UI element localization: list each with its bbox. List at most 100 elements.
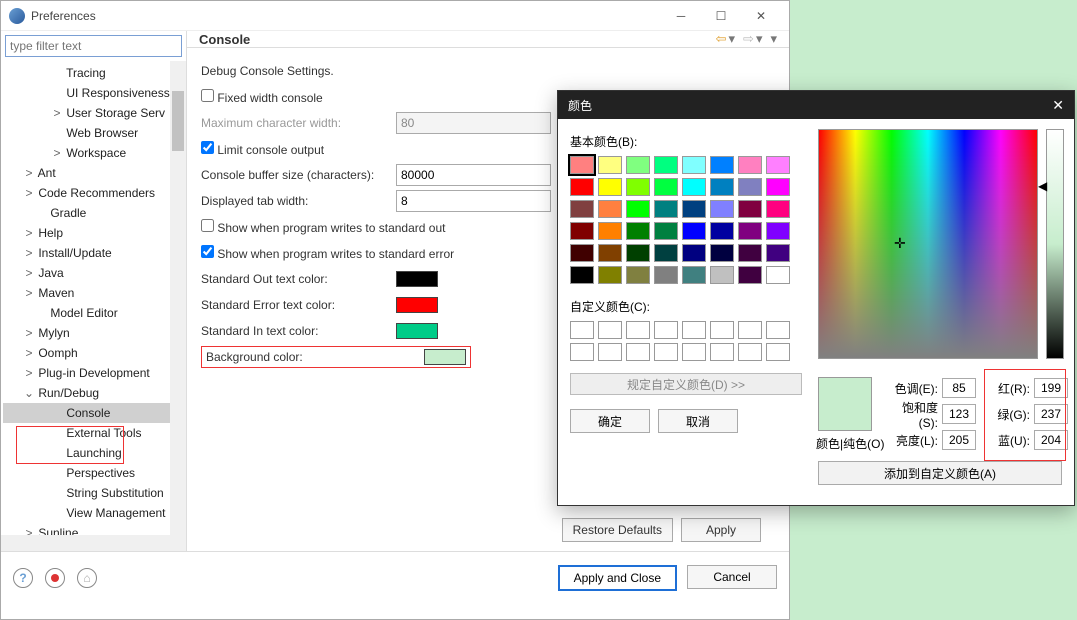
tree-item[interactable]: Console (3, 403, 186, 423)
color-gradient[interactable]: ✛ (818, 129, 1038, 359)
tree-item[interactable]: > Install/Update (3, 243, 186, 263)
palette-color[interactable] (626, 156, 650, 174)
apply-button[interactable]: Apply (681, 518, 761, 542)
palette-color[interactable] (626, 200, 650, 218)
fixed-width-checkbox[interactable]: Fixed width console (201, 89, 323, 105)
record-icon[interactable] (45, 568, 65, 588)
tree-item[interactable]: > Java (3, 263, 186, 283)
tree-item[interactable]: > Maven (3, 283, 186, 303)
color-cancel-button[interactable]: 取消 (658, 409, 738, 433)
tree-item[interactable]: String Substitution (3, 483, 186, 503)
palette-color[interactable] (654, 222, 678, 240)
hue-input[interactable] (942, 378, 976, 398)
palette-color[interactable] (738, 266, 762, 284)
palette-color[interactable] (710, 222, 734, 240)
palette-color[interactable] (766, 178, 790, 196)
show-stderr-checkbox[interactable]: Show when program writes to standard err… (201, 245, 454, 261)
tree-hscroll[interactable] (1, 535, 186, 551)
bg-color-button[interactable] (424, 349, 466, 365)
palette-color[interactable] (682, 222, 706, 240)
limit-output-checkbox[interactable]: Limit console output (201, 141, 324, 157)
custom-palette-slot[interactable] (654, 343, 678, 361)
basic-palette[interactable] (570, 156, 802, 284)
palette-color[interactable] (710, 266, 734, 284)
close-button[interactable]: ✕ (741, 2, 781, 30)
palette-color[interactable] (766, 266, 790, 284)
custom-palette-slot[interactable] (738, 343, 762, 361)
nav-arrows[interactable]: ⇦▾ ⇨▾ ▾ (716, 31, 777, 47)
tree-item[interactable]: Tracing (3, 63, 186, 83)
green-input[interactable] (1034, 404, 1068, 424)
palette-color[interactable] (654, 244, 678, 262)
stdin-color-button[interactable] (396, 323, 438, 339)
palette-color[interactable] (682, 200, 706, 218)
tree-item[interactable]: > User Storage Serv (3, 103, 186, 123)
tree-scrollbar[interactable] (170, 61, 186, 535)
tree-item[interactable]: View Management (3, 503, 186, 523)
palette-color[interactable] (570, 178, 594, 196)
custom-palette-slot[interactable] (766, 321, 790, 339)
palette-color[interactable] (738, 244, 762, 262)
custom-palette-slot[interactable] (738, 321, 762, 339)
buffer-input[interactable] (396, 164, 551, 186)
luminance-bar[interactable] (1046, 129, 1064, 359)
tree-item[interactable]: > Ant (3, 163, 186, 183)
palette-color[interactable] (626, 266, 650, 284)
tree-item[interactable]: External Tools (3, 423, 186, 443)
palette-color[interactable] (598, 244, 622, 262)
palette-color[interactable] (570, 244, 594, 262)
palette-color[interactable] (710, 178, 734, 196)
custom-palette-slot[interactable] (682, 343, 706, 361)
maximize-button[interactable]: ☐ (701, 2, 741, 30)
tree-item[interactable]: > Workspace (3, 143, 186, 163)
palette-color[interactable] (710, 200, 734, 218)
palette-color[interactable] (654, 156, 678, 174)
palette-color[interactable] (682, 244, 706, 262)
tree-item[interactable]: Web Browser (3, 123, 186, 143)
palette-color[interactable] (654, 200, 678, 218)
palette-color[interactable] (626, 178, 650, 196)
tree-item[interactable]: > Oomph (3, 343, 186, 363)
stdout-color-button[interactable] (396, 271, 438, 287)
palette-color[interactable] (570, 156, 594, 174)
custom-palette-slot[interactable] (626, 321, 650, 339)
blue-input[interactable] (1034, 430, 1068, 450)
palette-color[interactable] (738, 156, 762, 174)
tree-item[interactable]: Gradle (3, 203, 186, 223)
filter-input[interactable] (5, 35, 182, 57)
custom-palette-slot[interactable] (654, 321, 678, 339)
custom-palette-slot[interactable] (598, 321, 622, 339)
palette-color[interactable] (598, 200, 622, 218)
add-custom-color-button[interactable]: 添加到自定义颜色(A) (818, 461, 1062, 485)
palette-color[interactable] (570, 266, 594, 284)
help-icon[interactable]: ? (13, 568, 33, 588)
custom-palette-slot[interactable] (710, 321, 734, 339)
palette-color[interactable] (766, 200, 790, 218)
palette-color[interactable] (570, 200, 594, 218)
lum-input[interactable] (942, 430, 976, 450)
tree-item[interactable]: > Sunline (3, 523, 186, 535)
palette-color[interactable] (598, 222, 622, 240)
custom-palette[interactable] (570, 321, 802, 361)
custom-palette-slot[interactable] (682, 321, 706, 339)
tab-width-input[interactable] (396, 190, 551, 212)
custom-palette-slot[interactable] (598, 343, 622, 361)
tree-item[interactable]: > Mylyn (3, 323, 186, 343)
palette-color[interactable] (598, 178, 622, 196)
tree-item[interactable]: Perspectives (3, 463, 186, 483)
palette-color[interactable] (626, 222, 650, 240)
palette-color[interactable] (738, 178, 762, 196)
custom-palette-slot[interactable] (570, 343, 594, 361)
palette-color[interactable] (710, 156, 734, 174)
tree-item[interactable]: > Code Recommenders (3, 183, 186, 203)
palette-color[interactable] (654, 178, 678, 196)
tree-item[interactable]: ⌄ Run/Debug (3, 383, 186, 403)
custom-palette-slot[interactable] (570, 321, 594, 339)
tree-item[interactable]: Launching (3, 443, 186, 463)
palette-color[interactable] (570, 222, 594, 240)
tree-item[interactable]: > Plug-in Development (3, 363, 186, 383)
custom-palette-slot[interactable] (710, 343, 734, 361)
palette-color[interactable] (682, 156, 706, 174)
show-stdout-checkbox[interactable]: Show when program writes to standard out (201, 219, 445, 235)
palette-color[interactable] (626, 244, 650, 262)
